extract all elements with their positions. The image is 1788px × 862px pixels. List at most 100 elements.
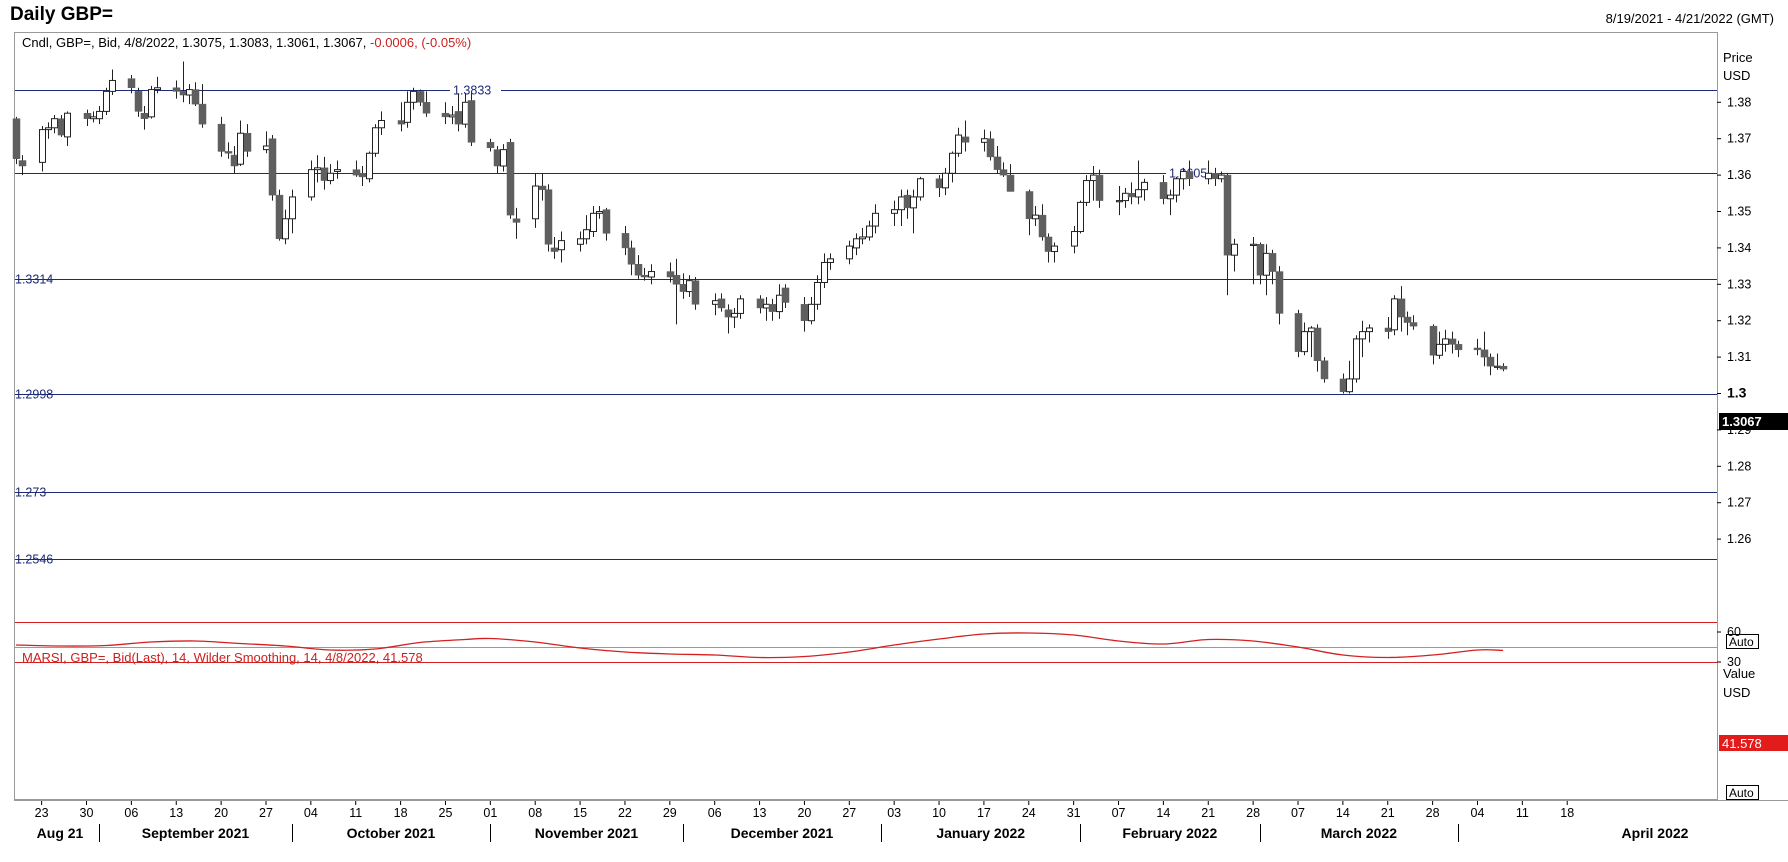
candle[interactable] bbox=[1313, 324, 1322, 372]
candle[interactable] bbox=[172, 80, 181, 99]
candle[interactable] bbox=[51, 115, 58, 134]
candle[interactable] bbox=[955, 127, 962, 157]
candle[interactable] bbox=[454, 93, 463, 132]
candle[interactable] bbox=[103, 87, 110, 116]
candle[interactable] bbox=[1494, 353, 1501, 370]
candle[interactable] bbox=[441, 102, 450, 125]
candle[interactable] bbox=[859, 227, 866, 245]
candle[interactable] bbox=[39, 125, 46, 172]
candle[interactable] bbox=[1116, 186, 1123, 216]
candle[interactable] bbox=[717, 293, 726, 312]
candle[interactable] bbox=[320, 156, 329, 190]
candle[interactable] bbox=[986, 131, 995, 161]
candle[interactable] bbox=[935, 175, 944, 197]
candle[interactable] bbox=[768, 298, 777, 321]
candle[interactable] bbox=[1339, 373, 1348, 394]
candle[interactable] bbox=[602, 207, 611, 241]
candle[interactable] bbox=[1442, 329, 1449, 352]
candle[interactable] bbox=[268, 135, 277, 201]
candle[interactable] bbox=[372, 124, 379, 157]
candle[interactable] bbox=[821, 253, 828, 288]
candle[interactable] bbox=[1397, 286, 1406, 332]
candle[interactable] bbox=[1391, 295, 1398, 336]
candle[interactable] bbox=[1384, 317, 1393, 339]
candle[interactable] bbox=[872, 204, 879, 234]
candle[interactable] bbox=[1051, 242, 1058, 263]
candle[interactable] bbox=[1167, 189, 1174, 216]
candle[interactable] bbox=[64, 111, 71, 146]
candle[interactable] bbox=[134, 87, 143, 117]
candle[interactable] bbox=[544, 184, 553, 252]
candle[interactable] bbox=[358, 166, 367, 187]
candle[interactable] bbox=[289, 189, 296, 234]
candle[interactable] bbox=[179, 61, 188, 103]
candle[interactable] bbox=[1083, 175, 1090, 207]
candle[interactable] bbox=[243, 124, 252, 157]
candle[interactable] bbox=[949, 151, 956, 183]
candle[interactable] bbox=[186, 84, 193, 105]
candle[interactable] bbox=[558, 231, 565, 263]
candle[interactable] bbox=[486, 138, 495, 152]
candle[interactable] bbox=[776, 284, 783, 319]
candle[interactable] bbox=[993, 145, 1002, 174]
candle[interactable] bbox=[462, 93, 469, 128]
candle[interactable] bbox=[1263, 244, 1270, 296]
candle[interactable] bbox=[672, 258, 681, 325]
candle[interactable] bbox=[686, 275, 693, 298]
candle[interactable] bbox=[808, 297, 815, 325]
candle[interactable] bbox=[583, 215, 590, 245]
candle[interactable] bbox=[1366, 324, 1373, 343]
candle[interactable] bbox=[327, 164, 334, 185]
candle[interactable] bbox=[1173, 176, 1180, 203]
candle[interactable] bbox=[45, 122, 52, 139]
candle[interactable] bbox=[763, 297, 770, 321]
candle[interactable] bbox=[334, 160, 341, 179]
candle[interactable] bbox=[12, 116, 21, 165]
candle[interactable] bbox=[898, 189, 905, 227]
candle[interactable] bbox=[506, 138, 515, 219]
candle[interactable] bbox=[731, 307, 738, 328]
candle[interactable] bbox=[1135, 160, 1142, 205]
candle[interactable] bbox=[217, 116, 226, 157]
candle[interactable] bbox=[800, 297, 809, 332]
candle[interactable] bbox=[1077, 200, 1084, 234]
rsi-auto-label[interactable]: Auto bbox=[1729, 786, 1754, 800]
candle[interactable] bbox=[1032, 206, 1039, 227]
candle[interactable] bbox=[712, 293, 719, 316]
candle[interactable] bbox=[1095, 169, 1104, 208]
candle[interactable] bbox=[1353, 335, 1360, 383]
rsi-auto-button[interactable]: Auto bbox=[1726, 785, 1759, 801]
candle[interactable] bbox=[90, 111, 97, 123]
candle[interactable] bbox=[910, 189, 917, 234]
candlestick-series[interactable] bbox=[12, 61, 1508, 394]
candle[interactable] bbox=[404, 91, 411, 128]
candle[interactable] bbox=[366, 151, 373, 183]
candle[interactable] bbox=[917, 176, 924, 201]
candle[interactable] bbox=[846, 240, 853, 265]
candle[interactable] bbox=[109, 69, 116, 96]
candle[interactable] bbox=[1231, 238, 1238, 272]
candle[interactable] bbox=[532, 173, 539, 228]
candle[interactable] bbox=[1320, 357, 1329, 383]
candle[interactable] bbox=[981, 129, 988, 152]
candle[interactable] bbox=[237, 120, 244, 167]
candle[interactable] bbox=[827, 253, 834, 270]
candle[interactable] bbox=[1429, 324, 1438, 365]
candle[interactable] bbox=[737, 295, 744, 319]
candle[interactable] bbox=[1223, 173, 1232, 296]
candle[interactable] bbox=[1127, 182, 1136, 205]
candle[interactable] bbox=[590, 206, 597, 237]
candle[interactable] bbox=[378, 111, 385, 136]
candle[interactable] bbox=[853, 233, 860, 256]
candle[interactable] bbox=[781, 284, 790, 308]
candle[interactable] bbox=[96, 105, 103, 125]
candle[interactable] bbox=[1071, 226, 1078, 254]
candle[interactable] bbox=[679, 273, 688, 299]
candle[interactable] bbox=[410, 87, 417, 110]
candle[interactable] bbox=[449, 105, 456, 125]
candle[interactable] bbox=[1250, 236, 1257, 285]
candle[interactable] bbox=[1346, 360, 1353, 394]
candle[interactable] bbox=[1038, 204, 1047, 241]
candle[interactable] bbox=[1499, 363, 1508, 372]
candle[interactable] bbox=[493, 145, 502, 174]
